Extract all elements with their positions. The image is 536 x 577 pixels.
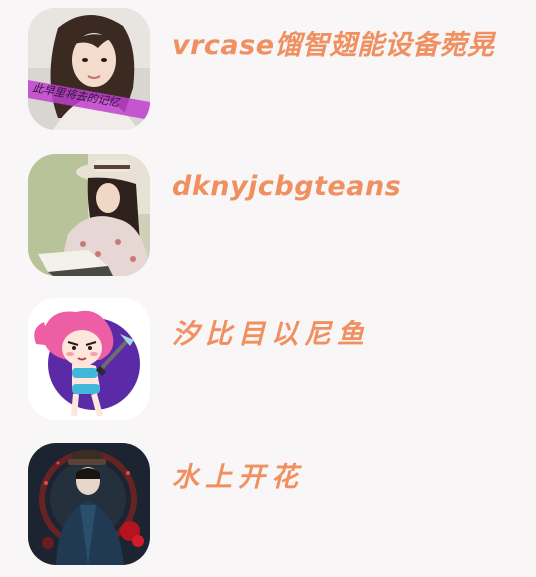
contact-avatar-ancient-costume-figure[interactable] xyxy=(28,443,150,565)
avatar-image xyxy=(28,443,150,565)
contact-name: dknyjcbgteans xyxy=(172,171,402,202)
contact-name: vrcase馏智翅能设备菀晃 xyxy=(172,30,495,61)
contact-name: 汐比目以尼鱼 xyxy=(172,319,370,350)
contact-row[interactable]: 汐比目以尼鱼 xyxy=(0,295,536,425)
contact-avatar-girl-portrait[interactable]: 此早里将去的记忆 xyxy=(28,8,150,130)
contact-avatar-cartoon-pink-hair-warrior[interactable] xyxy=(28,298,150,420)
contact-row[interactable]: 此早里将去的记忆 vrcase馏智翅能设备菀晃 xyxy=(0,5,536,135)
avatar-image xyxy=(28,154,150,276)
contact-row[interactable]: 水上开花 xyxy=(0,440,536,570)
avatar-image xyxy=(28,8,150,130)
avatar-image xyxy=(28,298,150,420)
contact-list: 此早里将去的记忆 vrcase馏智翅能设备菀晃 dknyjcbgteans 汐比… xyxy=(0,0,536,577)
contact-avatar-girl-with-hat-reading[interactable] xyxy=(28,154,150,276)
contact-row[interactable]: dknyjcbgteans xyxy=(0,151,536,281)
contact-name: 水上开花 xyxy=(172,462,304,493)
